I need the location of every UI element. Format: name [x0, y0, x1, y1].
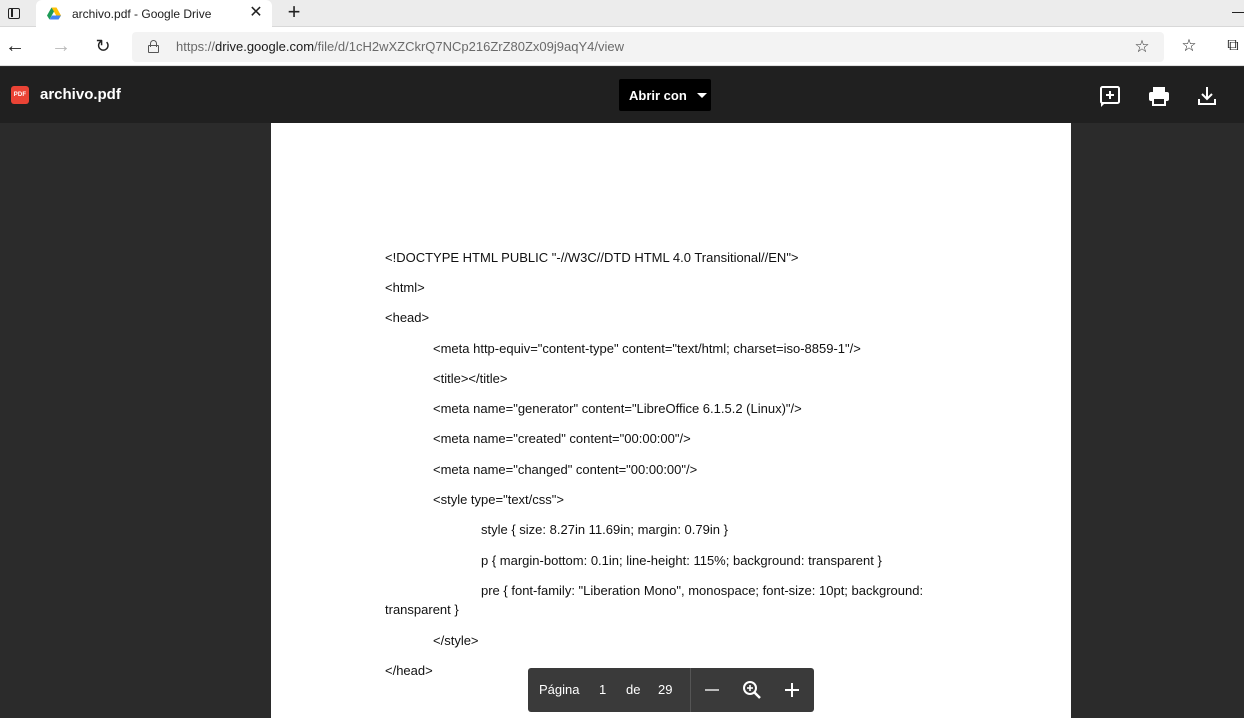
page-label: Página: [539, 682, 580, 697]
forward-arrow-icon[interactable]: →: [50, 35, 72, 57]
doc-line: <meta name="changed" content="00:00:00"/…: [433, 462, 698, 477]
pdf-file-icon: PDF: [11, 86, 29, 104]
doc-line: style { size: 8.27in 11.69in; margin: 0.…: [481, 522, 728, 537]
doc-line: <head>: [385, 310, 430, 325]
doc-line: pre { font-family: "Liberation Mono", mo…: [481, 583, 924, 598]
doc-line: <meta name="generator" content="LibreOff…: [433, 401, 802, 416]
doc-line: p { margin-bottom: 0.1in; line-height: 1…: [481, 553, 882, 568]
dropdown-caret-icon: [696, 92, 707, 98]
open-with-button[interactable]: Abrir con: [619, 79, 711, 111]
total-pages: 29: [658, 682, 673, 697]
doc-line: <title></title>: [433, 371, 508, 386]
doc-line: </head>: [385, 663, 433, 678]
browser-toolbar: ← → ↻ https://drive.google.com/file/d/1c…: [0, 27, 1244, 66]
reload-icon[interactable]: ↻: [92, 35, 114, 57]
doc-line: </style>: [433, 633, 479, 648]
toolbar-divider: [690, 668, 691, 712]
zoom-out-icon[interactable]: [700, 678, 724, 702]
zoom-in-icon[interactable]: [780, 678, 804, 702]
zoom-icon[interactable]: [740, 678, 764, 702]
current-page-input[interactable]: 1: [599, 682, 606, 697]
browser-tab[interactable]: archivo.pdf - Google Drive ✕: [36, 0, 272, 27]
download-icon[interactable]: [1195, 84, 1219, 108]
doc-line: <meta name="created" content="00:00:00"/…: [433, 431, 691, 446]
of-label: de: [626, 682, 641, 697]
minimize-icon[interactable]: [1232, 12, 1244, 13]
pdf-page: <!DOCTYPE HTML PUBLIC "-//W3C//DTD HTML …: [271, 123, 1071, 718]
back-arrow-icon[interactable]: ←: [4, 35, 26, 57]
tab-title: archivo.pdf - Google Drive: [72, 6, 212, 21]
viewer-header: PDF archivo.pdf Abrir con: [0, 67, 1244, 123]
doc-line: <style type="text/css">: [433, 492, 564, 507]
add-favorite-icon[interactable]: ☆: [1132, 37, 1152, 57]
doc-line: <!DOCTYPE HTML PUBLIC "-//W3C//DTD HTML …: [385, 250, 799, 265]
tab-actions-icon[interactable]: [0, 0, 28, 27]
doc-line: <html>: [385, 280, 425, 295]
print-icon[interactable]: [1147, 84, 1171, 108]
new-tab-icon[interactable]: +: [284, 1, 304, 24]
address-bar[interactable]: https://drive.google.com/file/d/1cH2wXZC…: [132, 32, 1164, 62]
browser-tab-strip: archivo.pdf - Google Drive ✕ +: [0, 0, 1244, 27]
add-comment-icon[interactable]: [1098, 84, 1122, 108]
collections-icon[interactable]: ⧉: [1222, 35, 1244, 57]
close-tab-icon[interactable]: ✕: [248, 5, 264, 21]
google-drive-icon: [47, 7, 61, 19]
url-text[interactable]: https://drive.google.com/file/d/1cH2wXZC…: [176, 39, 624, 54]
file-name: archivo.pdf: [40, 86, 121, 103]
doc-line: transparent }: [385, 602, 459, 617]
doc-line: <meta http-equiv="content-type" content=…: [433, 341, 861, 356]
page-toolbar: Página 1 de 29: [528, 668, 814, 712]
favorites-icon[interactable]: ☆: [1178, 35, 1200, 57]
lock-icon[interactable]: [148, 40, 159, 53]
